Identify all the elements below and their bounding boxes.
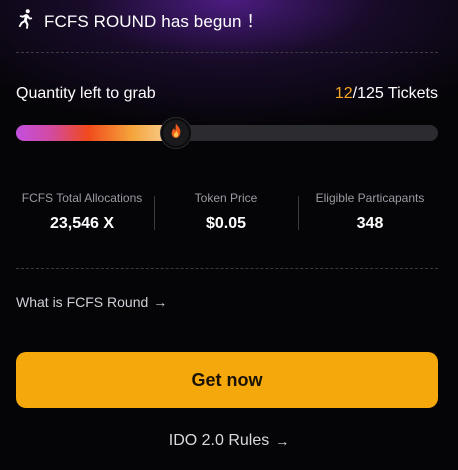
stat-label: FCFS Total Allocations	[21, 191, 143, 205]
stats-row: FCFS Total Allocations 23,546 X Token Pr…	[10, 188, 442, 238]
quantity-progress-bar	[16, 118, 438, 148]
divider	[16, 52, 438, 53]
progress-fill	[16, 125, 177, 141]
tickets-total: /125 Tickets	[352, 85, 438, 102]
divider	[16, 268, 438, 269]
stat-token-price: Token Price $0.05	[154, 188, 298, 238]
quantity-label: Quantity left to grab	[16, 85, 156, 102]
stat-eligible-participants: Eligible Particapants 348	[298, 188, 442, 238]
stat-label: Eligible Particapants	[315, 191, 425, 205]
stat-label: Token Price	[194, 191, 258, 205]
arrow-right-icon: →	[275, 433, 290, 449]
fire-icon	[167, 122, 185, 145]
stat-value: $0.05	[205, 215, 247, 232]
banner-text: FCFS ROUND has begun ！	[44, 11, 264, 31]
stat-total-allocations: FCFS Total Allocations 23,546 X	[10, 188, 154, 238]
quantity-row: Quantity left to grab 12/125 Tickets	[16, 85, 438, 103]
what-is-fcfs-label: What is FCFS Round	[16, 294, 149, 310]
ticket-count: 12/125 Tickets	[335, 85, 438, 103]
ido-rules-label: IDO 2.0 Rules	[168, 432, 270, 449]
stat-value: 348	[356, 215, 384, 232]
arrow-right-icon: →	[153, 294, 168, 310]
get-now-button[interactable]: Get now	[16, 352, 438, 408]
ido-rules-link[interactable]: IDO 2.0 Rules →	[0, 432, 458, 450]
running-person-icon	[14, 8, 36, 30]
round-banner: FCFS ROUND has begun ！	[14, 6, 264, 32]
stat-value: 23,546 X	[49, 215, 115, 232]
progress-thumb	[161, 118, 192, 148]
get-now-label: Get now	[191, 369, 263, 390]
tickets-remaining: 12	[334, 85, 353, 102]
what-is-fcfs-link[interactable]: What is FCFS Round →	[16, 294, 167, 310]
